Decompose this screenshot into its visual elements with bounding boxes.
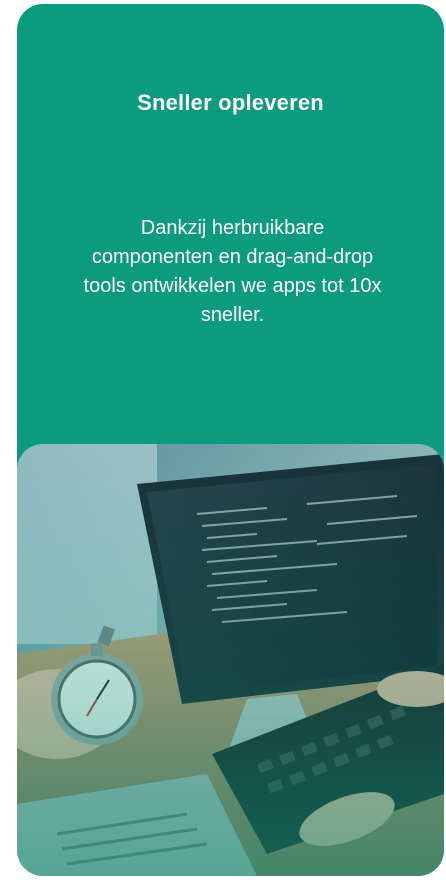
feature-image: [17, 444, 444, 876]
developer-stopwatch-illustration: [17, 444, 444, 876]
card-description: Dankzij herbruikbare componenten en drag…: [83, 217, 382, 326]
card-title: Sneller opleveren: [137, 90, 324, 115]
feature-card: Sneller opleveren Dankzij herbruikbare c…: [17, 4, 444, 876]
